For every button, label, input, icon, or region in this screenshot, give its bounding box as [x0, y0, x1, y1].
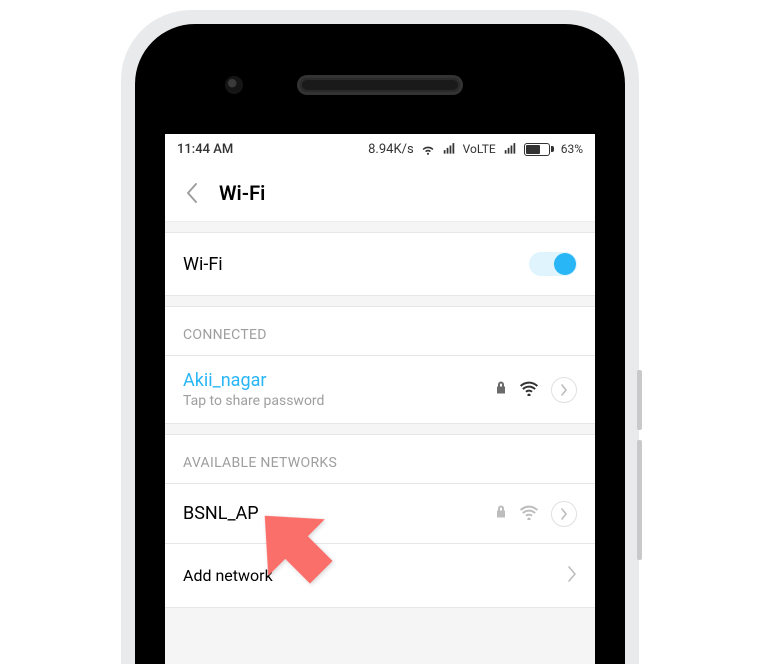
- add-network-row[interactable]: Add network: [165, 544, 595, 608]
- connected-network-row[interactable]: Akii_nagar Tap to share password: [165, 356, 595, 424]
- section-header-available: AVAILABLE NETWORKS: [165, 434, 595, 484]
- battery-icon: [524, 143, 554, 156]
- status-bar: 11:44 AM 8.94K/s VoLTE: [165, 134, 595, 164]
- lock-icon: [495, 380, 507, 399]
- battery-percentage: 63%: [561, 142, 583, 156]
- chevron-right-icon: [567, 563, 577, 588]
- signal-icon: [442, 142, 456, 156]
- network-details-button[interactable]: [551, 501, 577, 527]
- screen: 11:44 AM 8.94K/s VoLTE: [165, 134, 595, 664]
- wifi-toggle-label: Wi-Fi: [183, 254, 223, 275]
- chevron-right-icon: [560, 508, 568, 520]
- network-details-button[interactable]: [551, 377, 577, 403]
- front-camera: [225, 76, 243, 94]
- section-header-connected: CONNECTED: [165, 306, 595, 356]
- chevron-left-icon: [185, 182, 199, 204]
- wifi-signal-icon: [519, 504, 539, 524]
- wifi-status-icon: [421, 142, 435, 156]
- chevron-right-icon: [560, 384, 568, 396]
- side-button: [637, 370, 642, 430]
- wifi-toggle-switch[interactable]: [529, 252, 577, 276]
- network-type-label: VoLTE: [463, 142, 496, 156]
- lock-icon: [495, 504, 507, 523]
- page-title: Wi-Fi: [219, 181, 265, 205]
- back-button[interactable]: [183, 184, 201, 202]
- side-button: [637, 440, 642, 560]
- available-network-name: BSNL_AP: [183, 503, 495, 524]
- phone-frame: 11:44 AM 8.94K/s VoLTE: [121, 10, 639, 664]
- connected-network-name: Akii_nagar: [183, 370, 495, 391]
- status-time: 11:44 AM: [177, 142, 233, 157]
- available-network-row[interactable]: BSNL_AP: [165, 484, 595, 544]
- status-speed: 8.94K/s: [368, 142, 414, 157]
- earpiece-speaker: [300, 78, 460, 92]
- wifi-toggle-row[interactable]: Wi-Fi: [165, 232, 595, 296]
- wifi-signal-icon: [519, 380, 539, 400]
- add-network-label: Add network: [183, 566, 273, 585]
- page-header: Wi-Fi: [165, 164, 595, 222]
- signal-icon: [503, 142, 517, 156]
- connected-network-subtitle: Tap to share password: [183, 393, 495, 409]
